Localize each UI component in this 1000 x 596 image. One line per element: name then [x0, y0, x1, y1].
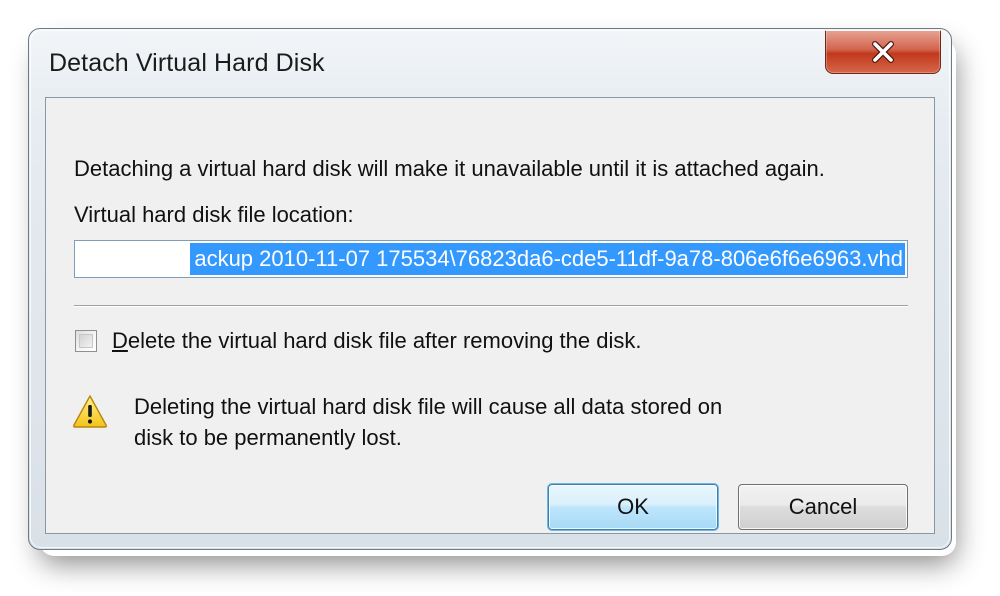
warning-line-2: disk to be permanently lost.: [134, 425, 402, 450]
title-bar[interactable]: Detach Virtual Hard Disk: [29, 29, 951, 97]
warning-line-1: Deleting the virtual hard disk file will…: [134, 394, 723, 419]
window-title: Detach Virtual Hard Disk: [49, 49, 325, 77]
close-button[interactable]: [825, 30, 941, 74]
close-icon: [872, 40, 894, 63]
file-location-viewport: ackup 2010-11-07 175534\76823da6-cde5-11…: [77, 243, 905, 275]
ok-button[interactable]: OK: [548, 484, 718, 530]
cancel-button[interactable]: Cancel: [738, 484, 908, 530]
delete-file-checkbox-label[interactable]: Delete the virtual hard disk file after …: [112, 328, 641, 354]
warning-icon: [72, 395, 108, 428]
dialog-window: Detach Virtual Hard Disk Detaching a vir…: [28, 28, 952, 550]
file-location-label: Virtual hard disk file location:: [74, 202, 354, 227]
detach-message: Detaching a virtual hard disk will make …: [74, 156, 825, 181]
file-location-selected-text[interactable]: ackup 2010-11-07 175534\76823da6-cde5-11…: [190, 243, 905, 275]
warning-message: Deleting the virtual hard disk file will…: [134, 391, 834, 453]
separator-line: [74, 305, 908, 307]
screen: Detach Virtual Hard Disk Detaching a vir…: [0, 0, 1000, 596]
delete-file-checkbox[interactable]: [75, 330, 97, 352]
file-location-field[interactable]: ackup 2010-11-07 175534\76823da6-cde5-11…: [74, 240, 908, 278]
dialog-content: Detaching a virtual hard disk will make …: [45, 97, 935, 534]
